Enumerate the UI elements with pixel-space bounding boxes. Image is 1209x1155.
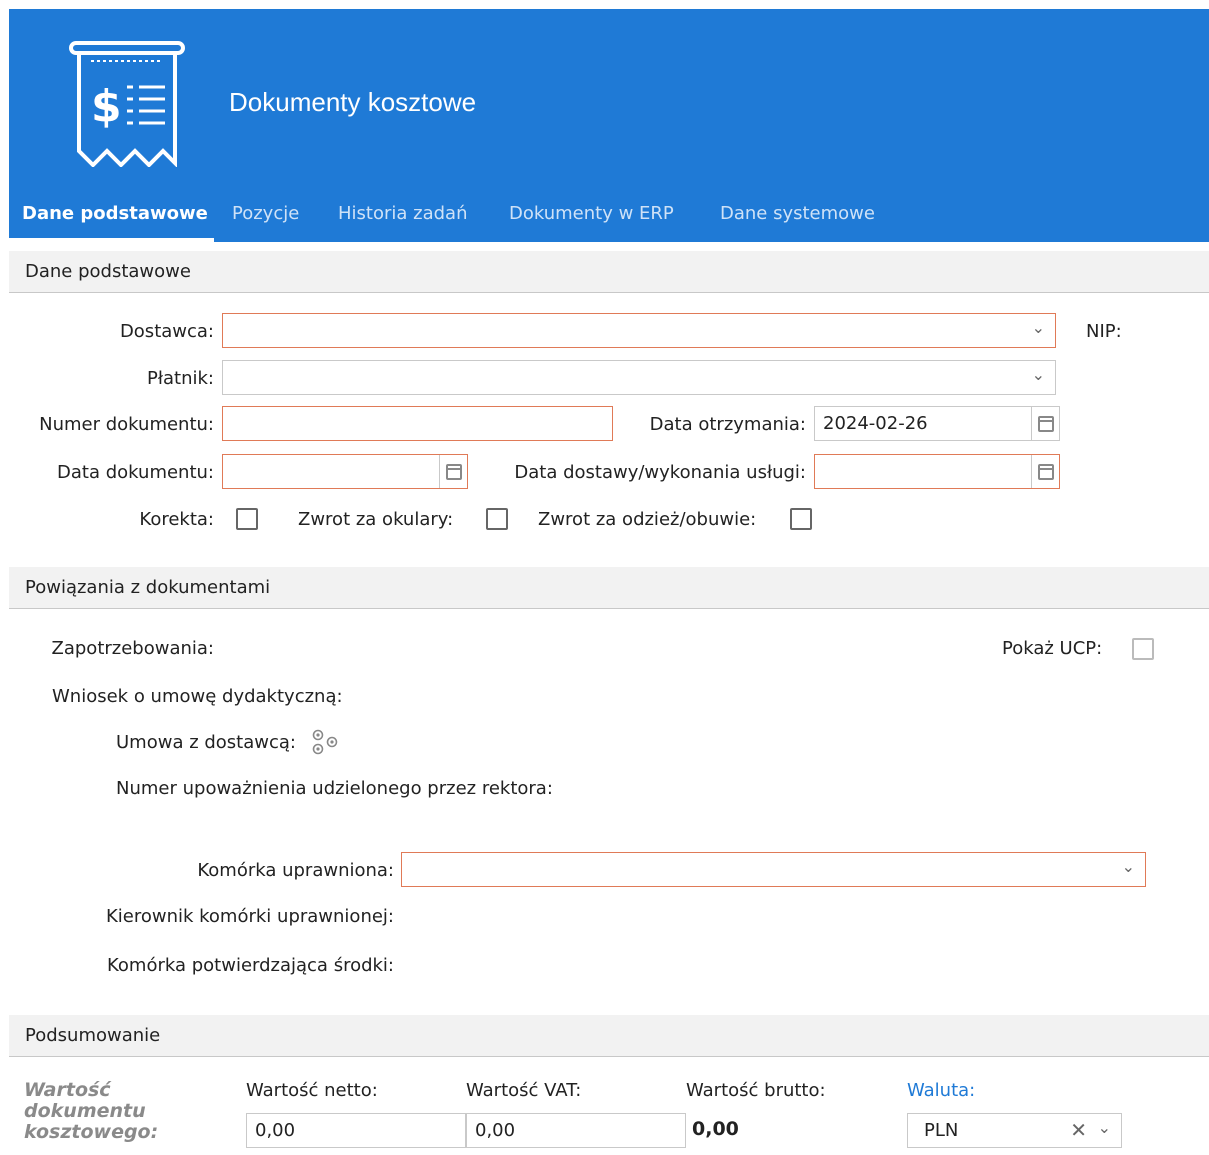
tab-historia-zadan[interactable]: Historia zadań [338, 203, 467, 224]
data-dostawy-label: Data dostawy/wykonania usługi: [514, 462, 806, 483]
chevron-down-icon[interactable]: ⌄ [1098, 1118, 1111, 1137]
wniosek-label: Wniosek o umowę dydaktyczną: [52, 686, 343, 707]
zwrot-okulary-label: Zwrot za okulary: [298, 509, 454, 530]
platnik-select[interactable]: ⌄ [222, 360, 1056, 395]
netto-input[interactable]: 0,00 [246, 1113, 466, 1148]
zapotrzebowania-label: Zapotrzebowania: [51, 638, 214, 659]
svg-text:$: $ [91, 81, 122, 132]
waluta-select[interactable]: PLN ✕ ⌄ [907, 1113, 1122, 1148]
kierownik-label: Kierownik komórki uprawnionej: [105, 906, 394, 927]
tab-dane-systemowe[interactable]: Dane systemowe [720, 203, 875, 224]
section-header-basic: Dane podstawowe [9, 251, 1209, 293]
gears-icon[interactable] [310, 728, 344, 756]
komorka-potwierdzajaca-label: Komórka potwierdzająca środki: [107, 955, 394, 976]
komorka-uprawniona-label: Komórka uprawniona: [197, 860, 394, 881]
calendar-icon[interactable] [439, 455, 467, 488]
tab-dokumenty-erp[interactable]: Dokumenty w ERP [509, 203, 674, 224]
vat-input[interactable]: 0,00 [466, 1113, 686, 1148]
platnik-label: Płatnik: [147, 368, 214, 389]
chevron-down-icon: ⌄ [1121, 857, 1135, 876]
tab-dane-podstawowe[interactable]: Dane podstawowe [22, 203, 208, 224]
dostawca-label: Dostawca: [119, 321, 214, 342]
summary-title-line: Wartość [24, 1079, 111, 1101]
brutto-label: Wartość brutto: [686, 1080, 826, 1101]
data-dostawy-input[interactable] [814, 454, 1060, 489]
korekta-checkbox[interactable] [236, 508, 258, 530]
korekta-label: Korekta: [139, 509, 214, 530]
dostawca-select[interactable]: ⌄ [222, 313, 1056, 348]
komorka-uprawniona-select[interactable]: ⌄ [401, 852, 1146, 887]
nip-label: NIP: [1086, 321, 1122, 342]
clear-icon[interactable]: ✕ [1070, 1118, 1087, 1142]
zwrot-odziez-label: Zwrot za odzież/obuwie: [538, 509, 757, 530]
pokaz-ucp-label: Pokaż UCP: [1002, 638, 1103, 659]
app-title: Dokumenty kosztowe [229, 87, 477, 117]
chevron-down-icon: ⌄ [1031, 365, 1045, 384]
netto-value: 0,00 [255, 1120, 296, 1141]
waluta-label: Waluta: [907, 1080, 976, 1101]
vat-value: 0,00 [475, 1120, 516, 1141]
netto-label: Wartość netto: [246, 1080, 378, 1101]
tab-pozycje[interactable]: Pozycje [232, 203, 299, 224]
tab-bar: Dane podstawowe Pozycje Historia zadań D… [9, 199, 1209, 242]
section-title: Powiązania z dokumentami [25, 577, 271, 598]
summary-title: Wartość dokumentu kosztowego: [24, 1080, 158, 1143]
section-title: Dane podstawowe [25, 261, 191, 282]
data-dokumentu-input[interactable] [222, 454, 468, 489]
chevron-down-icon: ⌄ [1031, 318, 1045, 337]
numer-upowaznienia-label: Numer upoważnienia udzielonego przez rek… [116, 778, 553, 799]
section-header-links: Powiązania z dokumentami [9, 567, 1209, 609]
summary-title-line: kosztowego: [24, 1121, 159, 1143]
section-title: Podsumowanie [25, 1025, 161, 1046]
vat-label: Wartość VAT: [466, 1080, 582, 1101]
calendar-icon[interactable] [1031, 407, 1059, 440]
section-header-summary: Podsumowanie [9, 1015, 1209, 1057]
waluta-value: PLN [924, 1120, 959, 1141]
data-otrzymania-input[interactable]: 2024-02-26 [814, 406, 1060, 441]
zwrot-odziez-checkbox[interactable] [790, 508, 812, 530]
numer-dokumentu-input[interactable] [222, 406, 613, 441]
umowa-label: Umowa z dostawcą: [116, 732, 296, 753]
zwrot-okulary-checkbox[interactable] [486, 508, 508, 530]
pokaz-ucp-checkbox[interactable] [1132, 638, 1154, 660]
receipt-dollar-icon: $ [69, 41, 185, 167]
summary-title-line: dokumentu [24, 1100, 146, 1122]
brutto-value: 0,00 [692, 1118, 739, 1140]
numer-dokumentu-label: Numer dokumentu: [39, 414, 214, 435]
data-otrzymania-label: Data otrzymania: [649, 414, 806, 435]
app-header: $ Dokumenty kosztowe Dane podstawowe Poz… [9, 9, 1209, 242]
active-tab-indicator [9, 238, 214, 242]
data-dokumentu-label: Data dokumentu: [57, 462, 214, 483]
calendar-icon[interactable] [1031, 455, 1059, 488]
data-otrzymania-value: 2024-02-26 [823, 413, 928, 434]
